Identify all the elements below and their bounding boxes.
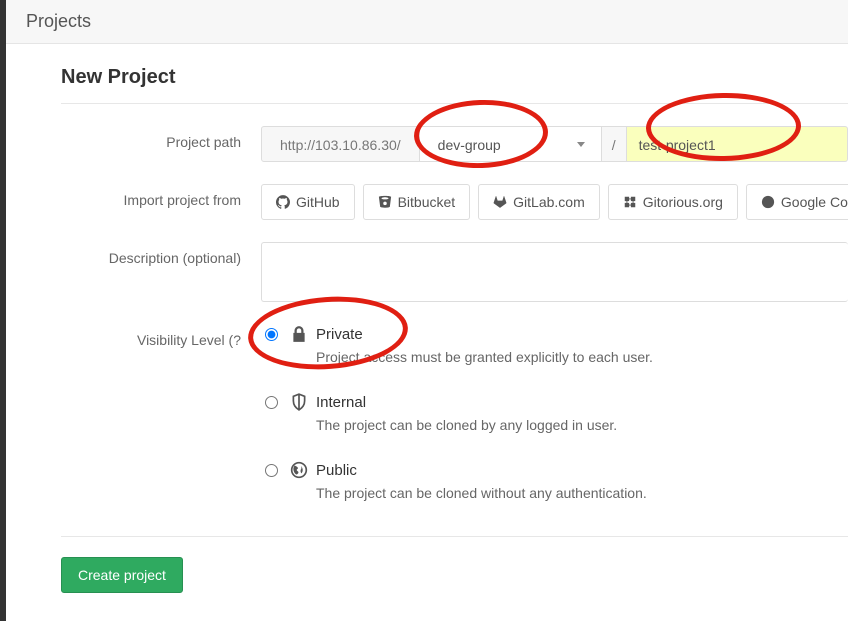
lock-icon xyxy=(290,325,308,343)
page-title: Projects xyxy=(26,11,91,32)
visibility-option-internal[interactable]: Internal The project can be cloned by an… xyxy=(265,392,848,436)
field-import: GitHub Bitbucket GitLab.com Gitorious.or… xyxy=(261,184,848,220)
label-description: Description (optional) xyxy=(61,242,261,302)
new-project-form: Project path http://103.10.86.30/ dev-gr… xyxy=(61,104,848,528)
visibility-option-private[interactable]: Private Project access must be granted e… xyxy=(265,324,848,368)
label-visibility: Visibility Level (? xyxy=(61,324,261,528)
gitorious-icon xyxy=(623,195,637,209)
import-github-button[interactable]: GitHub xyxy=(261,184,355,220)
row-import: Import project from GitHub Bitbucket Git… xyxy=(61,184,848,220)
import-bitbucket-button[interactable]: Bitbucket xyxy=(363,184,471,220)
project-name-input[interactable]: test-project1 xyxy=(627,126,848,162)
row-description: Description (optional) xyxy=(61,242,848,302)
visibility-option-public[interactable]: Public The project can be cloned without… xyxy=(265,460,848,504)
namespace-select[interactable]: dev-group xyxy=(420,126,602,162)
visibility-name-private: Private xyxy=(316,324,653,346)
visibility-name-public: Public xyxy=(316,460,647,482)
form-footer: Create project xyxy=(61,536,848,593)
create-project-button[interactable]: Create project xyxy=(61,557,183,593)
new-project-panel: New Project Project path http://103.10.8… xyxy=(61,62,848,528)
visibility-desc-public: The project can be cloned without any au… xyxy=(316,482,647,504)
panel-title: New Project xyxy=(61,62,848,104)
gitlab-icon xyxy=(493,195,507,209)
field-description xyxy=(261,242,848,302)
header-bar: Projects xyxy=(6,0,848,44)
row-project-path: Project path http://103.10.86.30/ dev-gr… xyxy=(61,126,848,162)
content-area: New Project Project path http://103.10.8… xyxy=(6,44,848,621)
namespace-value: dev-group xyxy=(438,137,501,153)
field-visibility: Private Project access must be granted e… xyxy=(261,324,848,528)
path-slash: / xyxy=(602,126,627,162)
field-project-path: http://103.10.86.30/ dev-group / test-pr… xyxy=(261,126,848,162)
import-gitlab-button[interactable]: GitLab.com xyxy=(478,184,600,220)
radio-internal[interactable] xyxy=(265,396,278,409)
label-project-path: Project path xyxy=(61,126,261,162)
shield-icon xyxy=(290,393,308,411)
github-icon xyxy=(276,195,290,209)
globe-icon xyxy=(290,461,308,479)
googlecode-icon xyxy=(761,195,775,209)
row-visibility: Visibility Level (? Private Project acce… xyxy=(61,324,848,528)
import-github-label: GitHub xyxy=(296,194,340,210)
radio-public[interactable] xyxy=(265,464,278,477)
import-gitorious-button[interactable]: Gitorious.org xyxy=(608,184,738,220)
path-host: http://103.10.86.30/ xyxy=(261,126,420,162)
description-textarea[interactable] xyxy=(261,242,848,302)
visibility-name-internal: Internal xyxy=(316,392,617,414)
visibility-desc-internal: The project can be cloned by any logged … xyxy=(316,414,617,436)
radio-private[interactable] xyxy=(265,328,278,341)
chevron-down-icon xyxy=(577,142,585,147)
import-googlecode-button[interactable]: Google Code xyxy=(746,184,848,220)
import-googlecode-label: Google Code xyxy=(781,194,848,210)
import-bitbucket-label: Bitbucket xyxy=(398,194,456,210)
import-gitlab-label: GitLab.com xyxy=(513,194,585,210)
bitbucket-icon xyxy=(378,195,392,209)
label-import: Import project from xyxy=(61,184,261,220)
visibility-desc-private: Project access must be granted explicitl… xyxy=(316,346,653,368)
import-gitorious-label: Gitorious.org xyxy=(643,194,723,210)
